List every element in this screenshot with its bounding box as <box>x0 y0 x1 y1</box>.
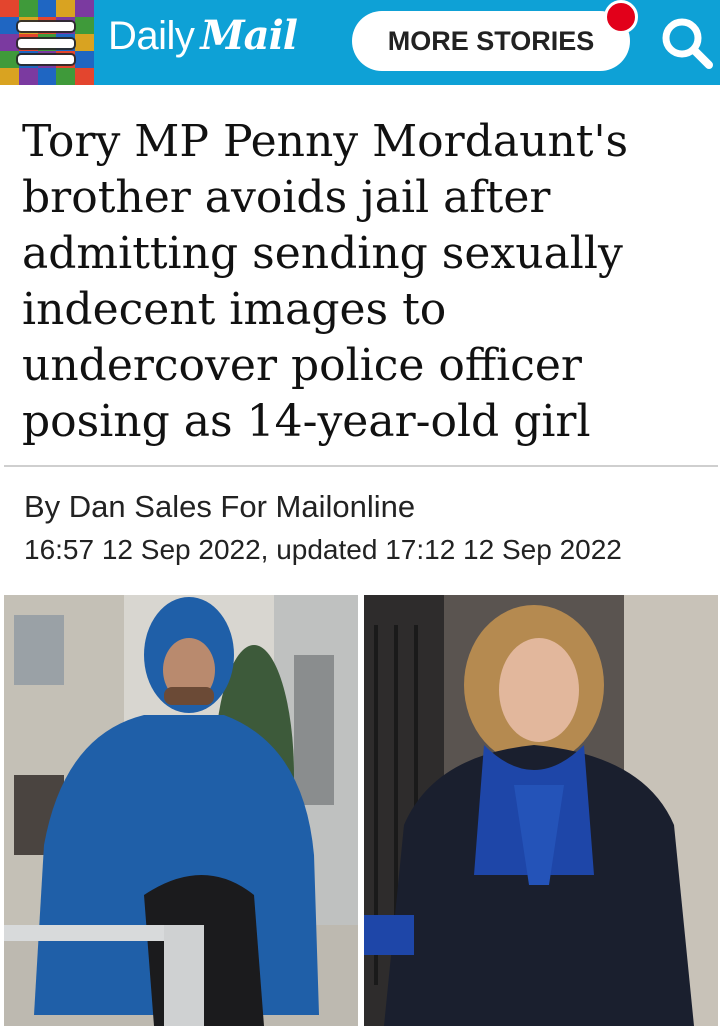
logo-daily-text: Daily <box>108 14 195 58</box>
site-logo[interactable]: Daily Mail <box>108 12 298 72</box>
divider <box>4 465 718 467</box>
search-icon <box>662 18 713 69</box>
more-stories-button[interactable]: MORE STORIES <box>352 11 630 71</box>
menu-button[interactable] <box>0 0 94 85</box>
search-button[interactable] <box>656 12 716 72</box>
article-photo-penny-mordaunt[interactable] <box>364 595 718 1026</box>
notification-dot-icon <box>604 0 638 34</box>
site-header: Daily Mail MORE STORIES <box>0 0 720 85</box>
article-photo-man-in-blue-jacket[interactable] <box>4 595 358 1026</box>
article-headline: Tory MP Penny Mordaunt's brother avoids … <box>22 116 629 447</box>
article-dateline: 16:57 12 Sep 2022, updated 17:12 12 Sep … <box>24 534 622 565</box>
article-byline[interactable]: By Dan Sales For Mailonline <box>24 489 415 525</box>
hamburger-menu-icon <box>18 22 74 64</box>
logo-mail-text: Mail <box>200 12 298 59</box>
